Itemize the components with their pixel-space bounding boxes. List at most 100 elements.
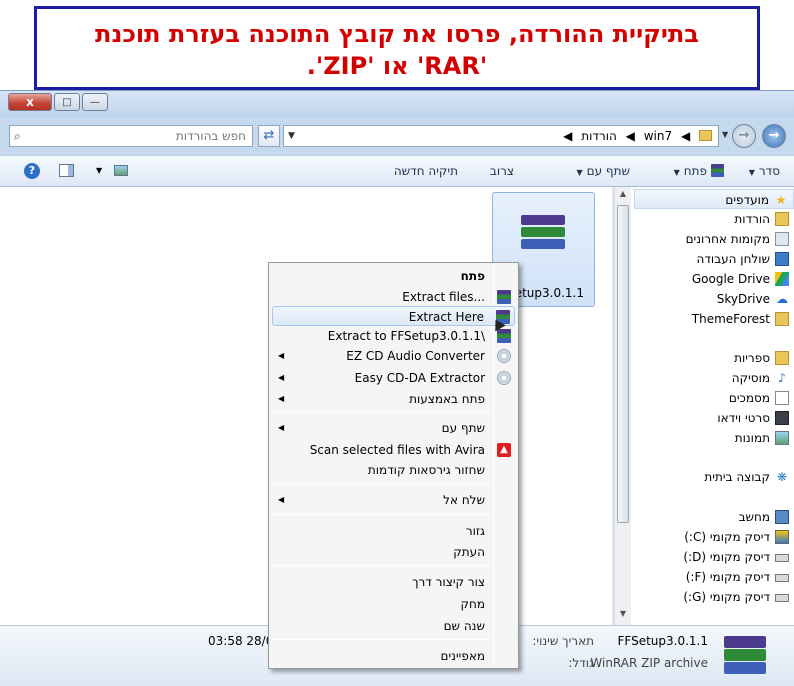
nav-item-drive-d[interactable]: דיסק מקומי (D:) bbox=[634, 547, 794, 567]
menu-item-copy[interactable]: העתק bbox=[272, 542, 515, 562]
nav-item-downloads[interactable]: הורדות bbox=[634, 209, 794, 229]
new-folder-label: תיקיה חדשה bbox=[393, 164, 458, 178]
nav-item-themeforest[interactable]: ThemeForest bbox=[634, 309, 794, 329]
menu-item-extract-to[interactable]: Extract to FFSetup3.0.1.1\ bbox=[272, 326, 515, 346]
menu-item-open-with[interactable]: פתח באמצעות ◀ bbox=[272, 389, 515, 409]
nav-item-pictures[interactable]: תמונות bbox=[634, 428, 794, 448]
open-label: פתח bbox=[683, 164, 707, 178]
address-dropdown-icon[interactable]: ▼ bbox=[288, 126, 295, 146]
menu-item-label: מאפיינים bbox=[440, 649, 485, 663]
computer-icon bbox=[775, 510, 789, 524]
avira-icon: ▲ bbox=[497, 443, 511, 457]
view-icon[interactable] bbox=[114, 165, 128, 176]
menu-item-send-to[interactable]: שלח אל ◀ bbox=[272, 490, 515, 510]
close-button[interactable]: x bbox=[8, 93, 52, 111]
nav-item-videos[interactable]: סרטי וידאו bbox=[634, 408, 794, 428]
help-icon[interactable]: ? bbox=[24, 163, 40, 179]
menu-item-ez-cd-audio-converter[interactable]: EZ CD Audio Converter ◀ bbox=[272, 346, 515, 366]
menu-item-share-with[interactable]: שתף עם ◀ bbox=[272, 418, 515, 438]
menu-separator bbox=[272, 565, 490, 566]
menu-item-label: שלח אל bbox=[443, 493, 485, 507]
nav-scrollbar[interactable]: ▲ ▼ bbox=[614, 187, 631, 625]
menu-separator bbox=[272, 514, 490, 515]
documents-icon bbox=[775, 391, 789, 405]
nav-label: קבוצה ביתית bbox=[704, 470, 770, 484]
share-with-button[interactable]: שתף עם▼ bbox=[576, 156, 630, 188]
minimize-button[interactable]: — bbox=[82, 93, 108, 111]
search-input[interactable]: ⌕ חפש בהורדות bbox=[9, 125, 253, 147]
menu-item-properties[interactable]: מאפיינים bbox=[272, 646, 515, 666]
cloud-icon: ☁ bbox=[776, 292, 788, 306]
menu-item-rename[interactable]: שנה שם bbox=[272, 616, 515, 636]
menu-item-label: פתח באמצעות bbox=[409, 392, 485, 406]
nav-item-documents[interactable]: מסמכים bbox=[634, 388, 794, 408]
burn-button[interactable]: צרוב bbox=[490, 156, 514, 186]
forward-button[interactable]: → bbox=[732, 124, 756, 148]
menu-item-open[interactable]: פתח bbox=[272, 266, 515, 286]
share-with-label: שתף עם bbox=[586, 164, 630, 178]
refresh-button[interactable]: ⇄ bbox=[258, 125, 280, 147]
scroll-thumb[interactable] bbox=[617, 205, 629, 523]
menu-item-easy-cd-da-extractor[interactable]: Easy CD-DA Extractor ◀ bbox=[272, 368, 515, 388]
back-button[interactable]: → bbox=[762, 124, 786, 148]
menu-item-label: פתח bbox=[460, 269, 485, 283]
nav-item-drive-f[interactable]: דיסק מקומי (F:) bbox=[634, 567, 794, 587]
menu-separator bbox=[272, 411, 490, 412]
organize-button[interactable]: סדר▼ bbox=[749, 156, 780, 188]
organize-label: סדר bbox=[758, 164, 780, 178]
google-drive-icon bbox=[775, 272, 789, 286]
nav-item-drive-g[interactable]: דיסק מקומי (G:) bbox=[634, 587, 794, 607]
new-folder-button[interactable]: תיקיה חדשה bbox=[394, 156, 458, 186]
menu-item-extract-files[interactable]: Extract files... bbox=[272, 287, 515, 307]
breadcrumb: ◀ win7 ◀ הורדות ◀ bbox=[558, 126, 712, 146]
scroll-up-icon[interactable]: ▲ bbox=[617, 189, 629, 203]
menu-item-label: מחק bbox=[460, 597, 485, 611]
maximize-button[interactable]: □ bbox=[54, 93, 80, 111]
menu-item-scan-avira[interactable]: ▲ Scan selected files with Avira bbox=[272, 440, 515, 460]
context-menu: פתח Extract files... Extract Here Extrac… bbox=[268, 262, 519, 669]
menu-separator bbox=[272, 639, 490, 640]
nav-item-desktop[interactable]: שולחן העבודה bbox=[634, 249, 794, 269]
submenu-arrow-icon: ◀ bbox=[278, 423, 285, 432]
nav-label: דיסק מקומי (F:) bbox=[685, 570, 770, 584]
winrar-icon bbox=[497, 290, 511, 304]
nav-label: ספריות bbox=[734, 351, 770, 365]
nav-computer-header[interactable]: מחשב bbox=[634, 507, 794, 527]
menu-item-delete[interactable]: מחק bbox=[272, 594, 515, 614]
nav-item-google-drive[interactable]: Google Drive bbox=[634, 269, 794, 289]
nav-item-music[interactable]: ♪ מוסיקה bbox=[634, 368, 794, 388]
breadcrumb-downloads[interactable]: הורדות bbox=[581, 129, 617, 143]
open-button[interactable]: פתח▼ bbox=[674, 156, 724, 188]
breadcrumb-sep-icon: ◀ bbox=[625, 129, 635, 143]
nav-label: מוסיקה bbox=[731, 371, 770, 385]
details-file-type: WinRAR ZIP archive bbox=[590, 656, 708, 670]
nav-label: תמונות bbox=[734, 431, 770, 445]
desktop-icon bbox=[775, 252, 789, 266]
breadcrumb-win7[interactable]: win7 bbox=[644, 129, 672, 143]
drive-icon bbox=[775, 594, 789, 602]
history-dropdown-icon[interactable]: ▼ bbox=[722, 130, 728, 139]
menu-item-label: Extract files... bbox=[402, 290, 485, 304]
nav-item-drive-c[interactable]: דיסק מקומי (C:) bbox=[634, 527, 794, 547]
downloads-folder-icon bbox=[775, 212, 789, 226]
menu-item-restore-previous-versions[interactable]: שחזור גירסאות קודמות bbox=[272, 460, 515, 480]
nav-item-skydrive[interactable]: ☁ SkyDrive bbox=[634, 289, 794, 309]
nav-label: מחשב bbox=[738, 510, 770, 524]
nav-favorites-header[interactable]: ★ מועדפים bbox=[634, 189, 794, 209]
menu-item-cut[interactable]: גזור bbox=[272, 521, 515, 541]
dropdown-arrow-icon: ▼ bbox=[576, 168, 583, 177]
scroll-down-icon[interactable]: ▼ bbox=[617, 609, 629, 623]
nav-libraries-header[interactable]: ספריות bbox=[634, 348, 794, 368]
view-dropdown-icon[interactable]: ▼ bbox=[96, 156, 102, 186]
instruction-banner: בתיקיית ההורדה, פרסו את קובץ התוכנה בעזר… bbox=[34, 6, 760, 90]
banner-line-1: בתיקיית ההורדה, פרסו את קובץ התוכנה בעזר… bbox=[95, 20, 699, 48]
address-bar[interactable]: ▼ ◀ win7 ◀ הורדות ◀ bbox=[283, 125, 719, 147]
video-icon bbox=[775, 411, 789, 425]
preview-pane-icon[interactable] bbox=[59, 164, 74, 177]
menu-item-extract-here[interactable]: Extract Here bbox=[272, 306, 515, 326]
nav-homegroup[interactable]: ❋ קבוצה ביתית bbox=[634, 467, 794, 487]
nav-label: מסמכים bbox=[728, 391, 770, 405]
menu-item-create-shortcut[interactable]: צור קיצור דרך bbox=[272, 572, 515, 592]
nav-item-recent-places[interactable]: מקומות אחרונים bbox=[634, 229, 794, 249]
burn-label: צרוב bbox=[489, 164, 514, 178]
